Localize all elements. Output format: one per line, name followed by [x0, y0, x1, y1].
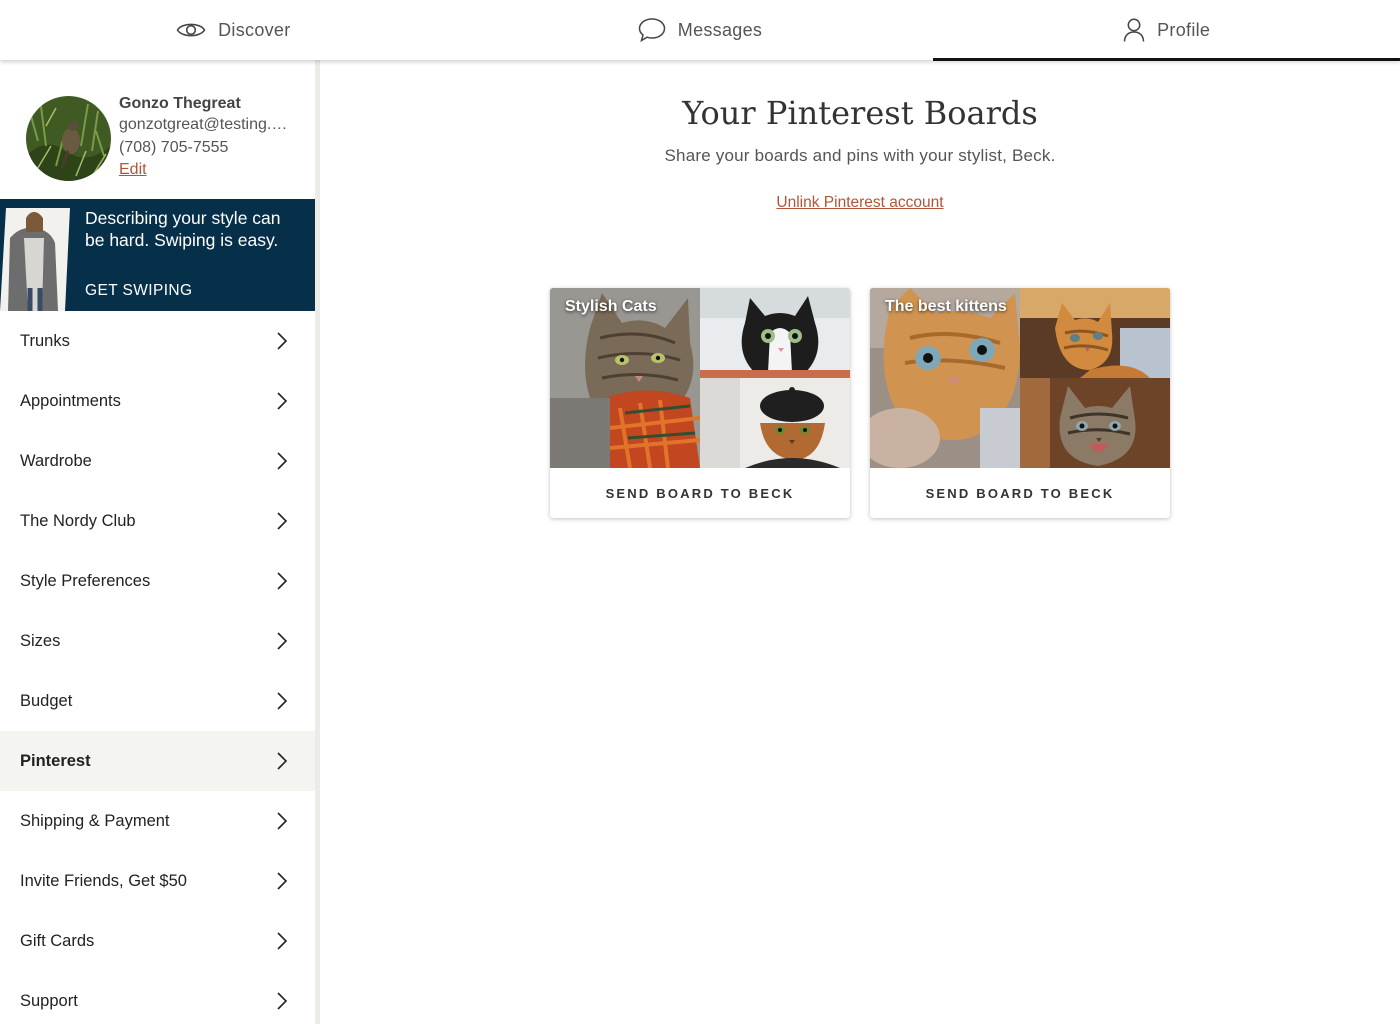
- edit-profile-link[interactable]: Edit: [119, 161, 147, 179]
- sidebar-menu: Trunks Appointments Wardrobe The Nordy C…: [0, 311, 315, 1024]
- sidebar-item-label: Budget: [20, 691, 73, 710]
- sidebar-item-label: Support: [20, 991, 78, 1010]
- sidebar-item-sizes[interactable]: Sizes: [0, 611, 315, 671]
- board-title: Stylish Cats: [565, 298, 657, 315]
- chevron-right-icon: [277, 692, 288, 710]
- eye-icon: [176, 23, 206, 37]
- unlink-pinterest-container: Unlink Pinterest account: [320, 194, 1400, 212]
- send-board-button[interactable]: SEND BOARD TO BECK: [870, 468, 1170, 518]
- profile-name: Gonzo Thegreat: [119, 95, 241, 112]
- board-title: The best kittens: [885, 298, 1007, 315]
- tab-discover[interactable]: Discover: [0, 0, 467, 60]
- page-subtitle: Share your boards and pins with your sty…: [664, 146, 1056, 165]
- board-image: [1020, 288, 1170, 378]
- promo-model-image: [0, 208, 70, 311]
- board-image-collage: Stylish Cats: [550, 288, 850, 468]
- get-swiping-banner[interactable]: Describing your style can be hard. Swipi…: [0, 199, 315, 311]
- sidebar-item-label: Shipping & Payment: [20, 811, 170, 830]
- board-image: [700, 378, 850, 468]
- sidebar-item-label: Sizes: [20, 631, 61, 650]
- sidebar-item-gift-cards[interactable]: Gift Cards: [0, 911, 315, 971]
- chevron-right-icon: [277, 992, 288, 1010]
- sidebar-item-invite-friends[interactable]: Invite Friends, Get $50: [0, 851, 315, 911]
- sidebar-item-label: The Nordy Club: [20, 511, 136, 530]
- sidebar-item-style-preferences[interactable]: Style Preferences: [0, 551, 315, 611]
- sidebar-item-nordy-club[interactable]: The Nordy Club: [0, 491, 315, 551]
- sidebar-item-label: Wardrobe: [20, 451, 92, 470]
- chevron-right-icon: [277, 392, 288, 410]
- tab-messages[interactable]: Messages: [467, 0, 934, 60]
- board-image: [700, 288, 850, 378]
- top-navigation: Discover Messages Profile: [0, 0, 1400, 61]
- board-card[interactable]: Stylish Cats SEND BOARD TO BECK: [550, 288, 850, 518]
- sidebar-item-trunks[interactable]: Trunks: [0, 311, 315, 371]
- sidebar-item-support[interactable]: Support: [0, 971, 315, 1024]
- unlink-pinterest-link[interactable]: Unlink Pinterest account: [776, 194, 943, 211]
- profile-email: gonzotgreat@testing.…: [119, 116, 288, 133]
- board-card[interactable]: The best kittens SEND BOARD TO BECK: [870, 288, 1170, 518]
- tab-profile[interactable]: Profile: [933, 0, 1400, 61]
- sidebar-item-label: Trunks: [20, 331, 70, 350]
- sidebar-item-appointments[interactable]: Appointments: [0, 371, 315, 431]
- tab-label: Discover: [218, 19, 291, 40]
- avatar[interactable]: [26, 96, 111, 181]
- main-content: Your Pinterest Boards Share your boards …: [320, 60, 1400, 1024]
- sidebar-item-pinterest[interactable]: Pinterest: [0, 731, 315, 791]
- chevron-right-icon: [277, 332, 288, 350]
- sidebar-item-label: Appointments: [20, 391, 121, 410]
- sidebar-item-label: Gift Cards: [20, 931, 95, 950]
- sidebar: Gonzo Thegreat gonzotgreat@testing.… (70…: [0, 60, 320, 1024]
- chevron-right-icon: [277, 812, 288, 830]
- chevron-right-icon: [277, 932, 288, 950]
- chevron-right-icon: [277, 872, 288, 890]
- chevron-right-icon: [277, 752, 288, 770]
- profile-phone: (708) 705-7555: [119, 139, 229, 156]
- sidebar-item-label: Pinterest: [20, 751, 91, 770]
- sidebar-item-label: Style Preferences: [20, 571, 151, 590]
- sidebar-item-wardrobe[interactable]: Wardrobe: [0, 431, 315, 491]
- chat-bubble-icon: [638, 18, 666, 43]
- promo-text: Describing your style can be hard. Swipi…: [85, 208, 281, 250]
- send-board-button[interactable]: SEND BOARD TO BECK: [550, 468, 850, 518]
- page-title: Your Pinterest Boards: [682, 94, 1038, 132]
- tab-label: Profile: [1157, 19, 1211, 40]
- chevron-right-icon: [277, 512, 288, 530]
- person-icon: [1123, 18, 1145, 42]
- chevron-right-icon: [277, 632, 288, 650]
- chevron-right-icon: [277, 452, 288, 470]
- chevron-right-icon: [277, 572, 288, 590]
- sidebar-item-budget[interactable]: Budget: [0, 671, 315, 731]
- board-image-collage: The best kittens: [870, 288, 1170, 468]
- get-swiping-cta[interactable]: GET SWIPING: [85, 282, 192, 300]
- sidebar-item-shipping-payment[interactable]: Shipping & Payment: [0, 791, 315, 851]
- profile-card: Gonzo Thegreat gonzotgreat@testing.… (70…: [0, 60, 315, 199]
- tab-label: Messages: [677, 19, 763, 40]
- board-image: [1020, 378, 1170, 468]
- sidebar-item-label: Invite Friends, Get $50: [20, 871, 187, 890]
